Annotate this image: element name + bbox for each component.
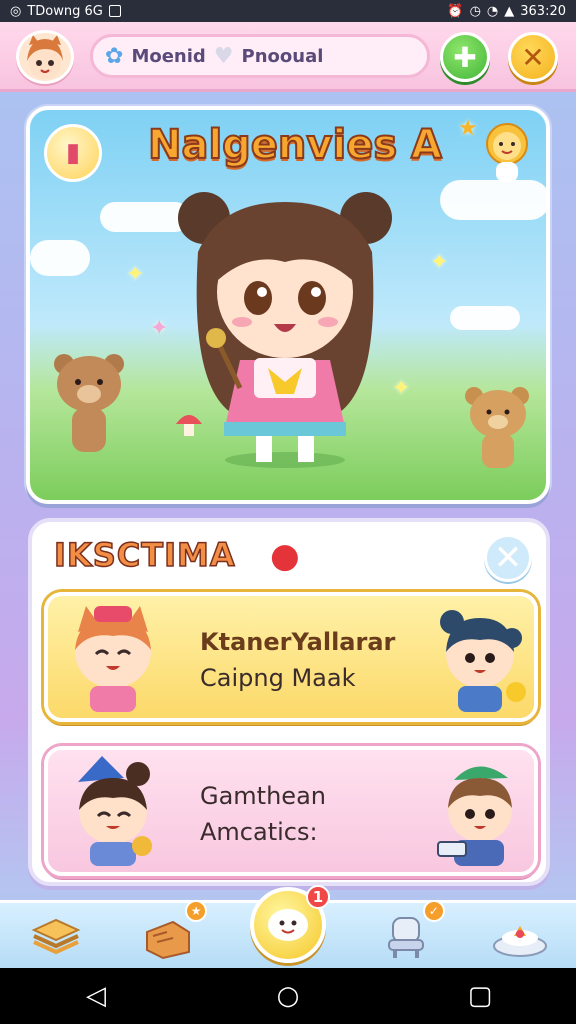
apple-icon: ● bbox=[270, 536, 300, 576]
cloud bbox=[30, 240, 90, 276]
flower-icon: ✿ bbox=[105, 43, 124, 69]
status-bar: ◎ TDowng 6G ⏰ ◷ ◔ ▲ 363:20 bbox=[0, 0, 576, 22]
add-button[interactable]: ✚ bbox=[440, 32, 490, 82]
hero-badge-button[interactable]: ▮ bbox=[44, 124, 102, 182]
avatar[interactable] bbox=[16, 30, 74, 84]
close-icon: ✕ bbox=[521, 40, 545, 74]
chair-icon bbox=[387, 916, 424, 958]
notification-badge: 1 bbox=[305, 884, 330, 909]
nav-item-toast[interactable]: ★ bbox=[137, 899, 208, 966]
status-left-text: TDowng 6G bbox=[27, 3, 103, 19]
status-right: ⏰ ◷ ◔ ▲ 363:20 bbox=[447, 4, 566, 19]
nav-item-chair[interactable]: ✓ bbox=[375, 899, 445, 966]
cat-girl-icon bbox=[75, 606, 151, 712]
bottom-nav: ★ 1 ✓ bbox=[0, 884, 576, 968]
bar-icon: ▮ bbox=[65, 138, 81, 168]
nav-item-cake[interactable] bbox=[488, 906, 552, 966]
blue-hair-girl-icon bbox=[440, 610, 526, 712]
clock-icon: ◷ bbox=[469, 3, 481, 19]
screenshot-icon bbox=[108, 5, 121, 17]
home-icon[interactable]: ○ bbox=[258, 981, 318, 1011]
list-item[interactable]: KtanerYallarar Caipng Maak bbox=[44, 592, 538, 722]
card-subtitle: Amcatics: bbox=[200, 818, 318, 846]
panel-title: IKSCTIMA bbox=[53, 535, 236, 575]
close-icon: ✕ bbox=[493, 538, 523, 578]
mushroom-icon bbox=[176, 415, 202, 436]
system-nav-bar: ◁ ○ ▢ bbox=[0, 968, 576, 1024]
card-title: KtanerYallarar bbox=[200, 628, 396, 656]
sparkle-icon: ✦ bbox=[126, 262, 145, 287]
status-left: ◎ TDowng 6G bbox=[10, 4, 121, 19]
pill-item-2: Pnooual bbox=[241, 45, 324, 67]
app-notification-icon: ◎ bbox=[10, 3, 22, 19]
green-hat-girl-icon bbox=[437, 766, 512, 866]
girl-avatar-icon bbox=[27, 35, 63, 79]
close-button[interactable]: ✕ bbox=[508, 32, 558, 82]
panel-close-button[interactable]: ✕ bbox=[484, 534, 532, 582]
recents-icon[interactable]: ▢ bbox=[450, 981, 510, 1011]
heart-icon: ♥ bbox=[213, 43, 234, 69]
status-time: 363:20 bbox=[520, 3, 566, 19]
cloud bbox=[450, 306, 520, 330]
card-subtitle: Caipng Maak bbox=[200, 664, 356, 692]
check-badge-icon: ✓ bbox=[422, 899, 445, 922]
back-icon[interactable]: ◁ bbox=[66, 981, 126, 1011]
smiley-center-icon bbox=[267, 908, 308, 941]
nav-item-sandwich[interactable] bbox=[24, 906, 88, 966]
list-panel: IKSCTIMA ● ✕ KtanerYallarar Caipng Maak bbox=[28, 518, 550, 886]
search-pill[interactable]: ✿ Moenid ♥ Pnooual bbox=[90, 34, 430, 78]
nav-item-home[interactable]: 1 bbox=[249, 884, 330, 963]
star-badge-icon: ★ bbox=[185, 899, 208, 922]
card-text: KtanerYallarar Caipng Maak bbox=[200, 624, 395, 696]
wifi-icon: ◔ bbox=[486, 3, 499, 19]
app-bar: ✿ Moenid ♥ Pnooual ✚ ✕ bbox=[0, 22, 576, 92]
sun-mascot-icon bbox=[486, 123, 528, 182]
pill-item-1: Moenid bbox=[131, 45, 206, 67]
cake-icon bbox=[492, 925, 547, 957]
main-character-icon bbox=[178, 192, 392, 468]
signal-icon: ▲ bbox=[504, 3, 515, 19]
sparkle-icon: ✦ bbox=[430, 250, 449, 275]
list-item[interactable]: Gamthean Amcatics: bbox=[44, 746, 538, 876]
sparkle-icon: ✦ bbox=[150, 316, 169, 341]
hero-card: ▮ Nalgenvies A ✦ ✦ ✦ ✦ ★ bbox=[26, 106, 550, 504]
alarm-icon: ⏰ bbox=[447, 3, 464, 19]
witch-girl-icon bbox=[78, 756, 152, 866]
card-text: Gamthean Amcatics: bbox=[200, 778, 326, 850]
sandwich-icon bbox=[31, 918, 81, 954]
bear-right-icon bbox=[465, 387, 529, 468]
card-title: Gamthean bbox=[200, 782, 326, 810]
plus-icon: ✚ bbox=[453, 40, 477, 74]
bear-left-icon bbox=[54, 354, 124, 452]
hero-title: Nalgenvies A bbox=[147, 121, 443, 169]
